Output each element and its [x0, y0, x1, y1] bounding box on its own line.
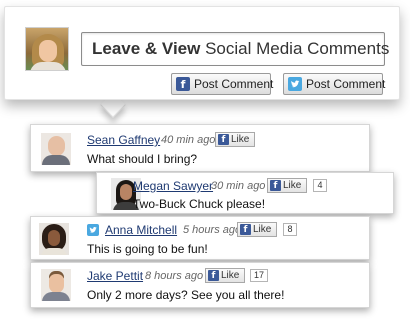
like-button[interactable]: f Like	[215, 132, 255, 147]
comment-input[interactable]: Leave & View Social Media Comments	[81, 32, 389, 66]
commenter-name-link[interactable]: Jake Pettit	[87, 269, 143, 283]
like-label: Like	[221, 270, 240, 281]
facebook-icon: f	[270, 180, 281, 191]
like-button[interactable]: f Like	[205, 268, 245, 283]
post-to-twitter-label: Post Comment	[306, 77, 386, 91]
twitter-icon	[87, 224, 99, 236]
twitter-icon	[288, 77, 302, 91]
like-count: 8	[283, 223, 297, 236]
comment-text: Two-Buck Chuck please!	[133, 197, 266, 211]
commenter-name-link[interactable]: Sean Gaffney	[87, 133, 160, 147]
comment-card: Anna Mitchell 5 hours ago f Like 8 This i…	[30, 216, 370, 260]
comment-text: Only 2 more days? See you all there!	[87, 288, 285, 302]
facebook-icon: f	[208, 270, 219, 281]
comment-card: Megan Sawyer 30 min ago f Like 4 Two-Buck…	[96, 172, 394, 214]
commenter-name-link[interactable]: Megan Sawyer	[133, 179, 213, 193]
avatar	[41, 133, 71, 165]
comment-timestamp: 30 min ago	[211, 180, 266, 192]
comment-card: Sean Gaffney 40 min ago f Like What shoul…	[30, 124, 370, 172]
comment-timestamp: 40 min ago	[161, 134, 216, 146]
current-user-avatar	[25, 27, 69, 71]
composer-title-bold: Leave & View	[92, 39, 201, 58]
comment-timestamp: 8 hours ago	[145, 270, 204, 282]
like-count: 17	[250, 269, 269, 282]
avatar	[41, 269, 71, 301]
comment-card: Jake Pettit 8 hours ago f Like 17 Only 2 …	[30, 262, 370, 308]
commenter-name-link[interactable]: Anna Mitchell	[105, 223, 177, 237]
like-label: Like	[253, 224, 272, 235]
post-to-twitter-button[interactable]: Post Comment	[283, 73, 386, 95]
post-to-facebook-button[interactable]: f Post Comment	[171, 73, 274, 95]
comment-text: This is going to be fun!	[87, 242, 208, 256]
like-button[interactable]: f Like	[237, 222, 277, 237]
like-button[interactable]: f Like	[267, 178, 307, 193]
like-label: Like	[283, 180, 302, 191]
facebook-icon: f	[218, 134, 229, 145]
facebook-icon: f	[240, 224, 251, 235]
comment-text: What should I bring?	[87, 152, 198, 166]
avatar	[39, 223, 69, 255]
comment-composer: Leave & View Social Media Comments f Pos…	[4, 6, 400, 100]
like-count: 4	[313, 179, 327, 192]
post-to-facebook-label: Post Comment	[194, 77, 274, 91]
composer-title-rest: Social Media Comments	[200, 39, 390, 58]
like-label: Like	[231, 134, 250, 145]
comment-timestamp: 5 hours ago	[183, 224, 242, 236]
facebook-icon: f	[176, 77, 190, 91]
